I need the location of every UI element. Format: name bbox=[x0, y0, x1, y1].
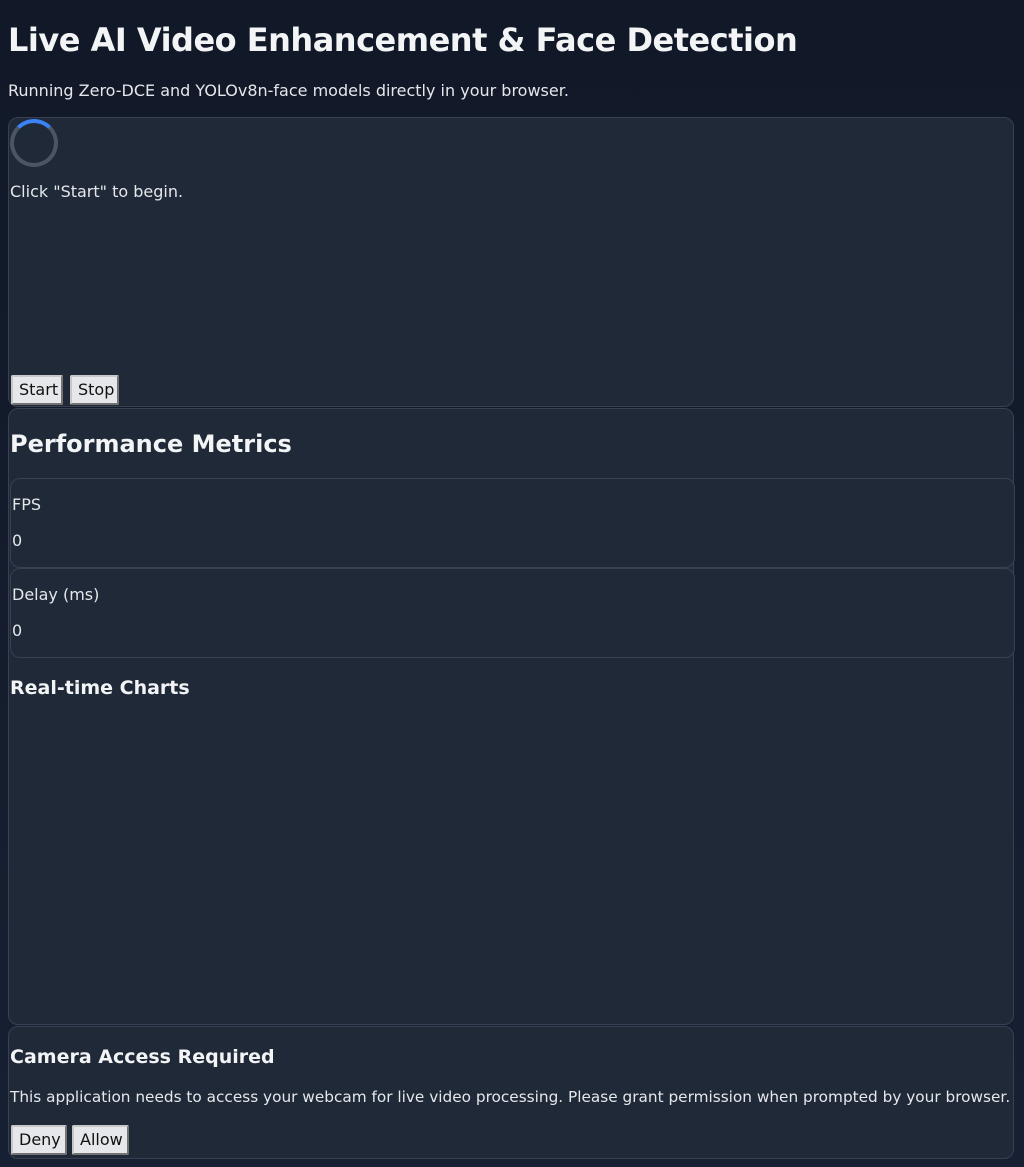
page-title: Live AI Video Enhancement & Face Detecti… bbox=[8, 21, 798, 59]
page-subtitle: Running Zero-DCE and YOLOv8n-face models… bbox=[8, 81, 569, 100]
stop-button[interactable]: Stop bbox=[70, 375, 119, 405]
fps-value: 0 bbox=[12, 531, 23, 550]
camera-permission-panel: Camera Access Required This application … bbox=[8, 1026, 1014, 1159]
charts-area bbox=[10, 709, 1010, 1009]
allow-button[interactable]: Allow bbox=[72, 1125, 129, 1155]
metrics-panel: Performance Metrics FPS 0 Delay (ms) 0 R… bbox=[8, 408, 1015, 1025]
camera-description: This application needs to access your we… bbox=[10, 1088, 1011, 1106]
fps-label: FPS bbox=[12, 495, 42, 514]
status-text: Click "Start" to begin. bbox=[10, 182, 184, 201]
start-button[interactable]: Start bbox=[11, 375, 63, 405]
loading-spinner-icon bbox=[10, 119, 58, 167]
delay-value: 0 bbox=[12, 621, 23, 640]
delay-card: Delay (ms) 0 bbox=[10, 568, 1015, 658]
charts-heading: Real-time Charts bbox=[10, 677, 190, 699]
deny-button[interactable]: Deny bbox=[11, 1125, 67, 1155]
delay-label: Delay (ms) bbox=[12, 585, 100, 604]
video-panel: Click "Start" to begin. Start Stop bbox=[8, 117, 1014, 407]
fps-card: FPS 0 bbox=[10, 478, 1015, 568]
metrics-heading: Performance Metrics bbox=[10, 430, 292, 458]
camera-heading: Camera Access Required bbox=[10, 1046, 275, 1068]
